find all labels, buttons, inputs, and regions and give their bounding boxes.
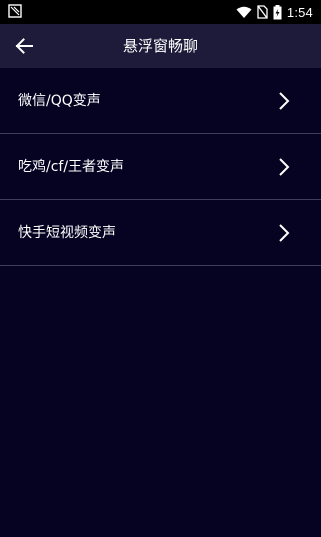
toolbar: 悬浮窗畅聊 — [0, 24, 321, 68]
wifi-icon — [236, 6, 252, 18]
list-item-label: 快手短视频变声 — [18, 225, 116, 241]
page-title: 悬浮窗畅聊 — [122, 37, 198, 55]
notification-icon — [8, 4, 22, 18]
status-bar: 1:54 — [0, 0, 321, 24]
no-sim-icon — [257, 5, 268, 19]
list-item-kuaishou[interactable]: 快手短视频变声 — [0, 200, 321, 266]
chevron-right-icon — [279, 158, 290, 176]
battery-charging-icon — [273, 4, 282, 19]
list-item-label: 吃鸡/cf/王者变声 — [18, 159, 125, 175]
list-item-wechat-qq[interactable]: 微信/QQ变声 — [0, 68, 321, 134]
voice-change-list: 微信/QQ变声 吃鸡/cf/王者变声 快手短视频变声 — [0, 68, 321, 266]
chevron-right-icon — [279, 92, 290, 110]
status-icons: 1:54 — [236, 0, 313, 24]
list-item-label: 微信/QQ变声 — [18, 93, 101, 109]
chevron-right-icon — [279, 224, 290, 242]
list-item-games[interactable]: 吃鸡/cf/王者变声 — [0, 134, 321, 200]
status-time: 1:54 — [286, 4, 313, 20]
